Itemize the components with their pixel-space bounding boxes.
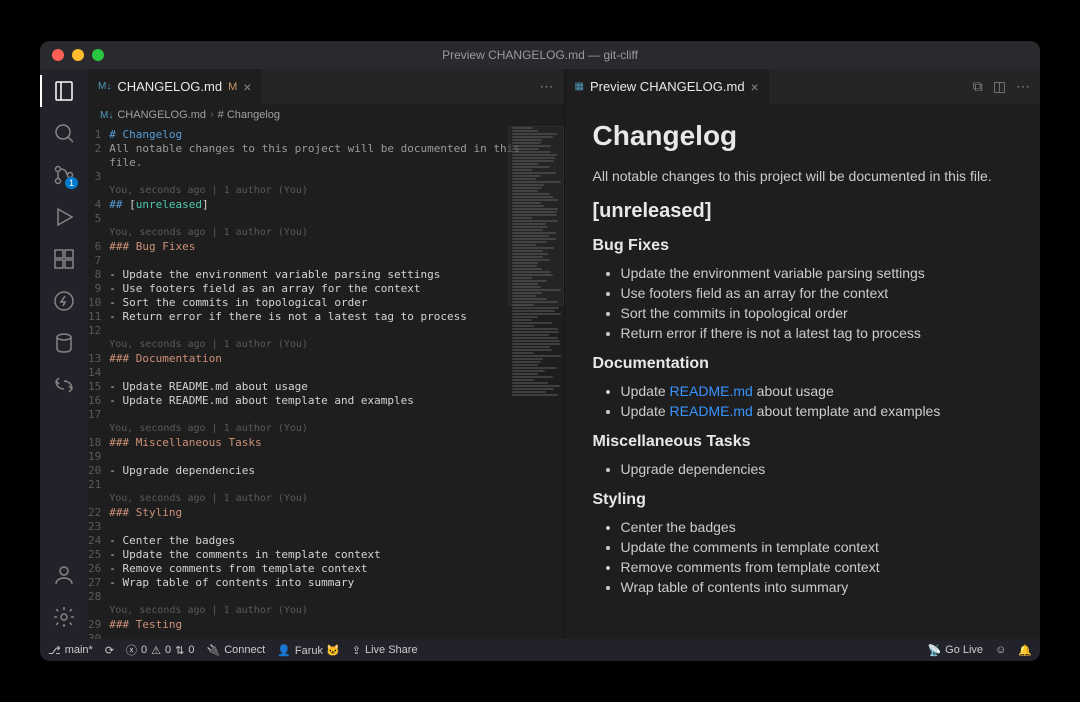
left-tab-actions: ⋯	[540, 78, 564, 95]
right-tab-actions: ⧉ ◫ ⋯	[973, 78, 1040, 95]
line-gutter: 1234567891011121314151617181920212223242…	[88, 126, 109, 639]
preview-icon: ▦	[575, 81, 584, 92]
remote-icon[interactable]	[52, 373, 76, 397]
tab-preview[interactable]: ▦ Preview CHANGELOG.md ×	[565, 69, 769, 104]
branch-item[interactable]: ⎇ main*	[48, 644, 93, 657]
open-file-icon[interactable]: ⧉	[973, 78, 983, 95]
markdown-preview[interactable]: ChangelogAll notable changes to this pro…	[565, 104, 1041, 639]
minimize-window-button[interactable]	[72, 49, 84, 61]
error-icon: ⓧ	[126, 642, 137, 658]
more-actions-icon[interactable]: ⋯	[1016, 78, 1030, 95]
app-window: Preview CHANGELOG.md — git-cliff 1	[40, 41, 1040, 661]
close-tab-icon[interactable]: ×	[751, 79, 759, 95]
ports-icon: ⇅	[175, 644, 184, 657]
plug-icon: 🔌	[207, 644, 221, 657]
liveshare-icon: ⇪	[352, 644, 361, 657]
bell-icon[interactable]: 🔔	[1018, 644, 1032, 657]
liveshare-item[interactable]: ⇪ Live Share	[352, 644, 418, 657]
source-control-icon[interactable]: 1	[52, 163, 76, 187]
right-preview-pane: ▦ Preview CHANGELOG.md × ⧉ ◫ ⋯ Changelog…	[565, 69, 1041, 639]
editor-area: M↓ CHANGELOG.md M × ⋯ M↓ CHANGELOG.md › …	[88, 69, 1040, 639]
minimap[interactable]	[508, 126, 564, 639]
maximize-window-button[interactable]	[92, 49, 104, 61]
close-window-button[interactable]	[52, 49, 64, 61]
activity-bar: 1	[40, 69, 88, 639]
problems-item[interactable]: ⓧ0 ⚠0 ⇅0	[126, 642, 194, 658]
feedback-icon[interactable]: ☺	[995, 644, 1006, 657]
window-title: Preview CHANGELOG.md — git-cliff	[442, 48, 638, 62]
tab-changelog[interactable]: M↓ CHANGELOG.md M ×	[88, 69, 261, 104]
close-tab-icon[interactable]: ×	[243, 79, 251, 95]
breadcrumb-section: # Changelog	[218, 109, 280, 121]
broadcast-icon: 📡	[927, 644, 941, 657]
explorer-icon[interactable]	[52, 79, 76, 103]
sync-icon: ⟳	[105, 644, 114, 657]
left-editor-pane: M↓ CHANGELOG.md M × ⋯ M↓ CHANGELOG.md › …	[88, 69, 565, 639]
tab-filename: Preview CHANGELOG.md	[590, 79, 745, 94]
person-icon: 👤	[277, 644, 291, 657]
sync-item[interactable]: ⟳	[105, 644, 114, 657]
user-item[interactable]: 👤 Faruk 🐱	[277, 644, 340, 657]
breadcrumb[interactable]: M↓ CHANGELOG.md › # Changelog	[88, 104, 564, 126]
chevron-right-icon: ›	[210, 109, 214, 121]
right-tabs: ▦ Preview CHANGELOG.md × ⧉ ◫ ⋯	[565, 69, 1041, 104]
main-area: 1	[40, 69, 1040, 639]
search-icon[interactable]	[52, 121, 76, 145]
scm-badge: 1	[65, 177, 78, 189]
markdown-file-icon: M↓	[100, 110, 113, 121]
golive-item[interactable]: 📡 Go Live	[927, 644, 983, 657]
warning-icon: ⚠	[151, 644, 161, 657]
thunder-icon[interactable]	[52, 289, 76, 313]
settings-icon[interactable]	[52, 605, 76, 629]
modified-indicator: M	[228, 81, 237, 93]
code-content[interactable]: # ChangelogAll notable changes to this p…	[109, 126, 563, 639]
extensions-icon[interactable]	[52, 247, 76, 271]
branch-icon: ⎇	[48, 644, 61, 657]
split-editor-icon[interactable]: ◫	[993, 78, 1006, 95]
code-editor[interactable]: 1234567891011121314151617181920212223242…	[88, 126, 564, 639]
breadcrumb-file: CHANGELOG.md	[117, 109, 206, 121]
left-tabs: M↓ CHANGELOG.md M × ⋯	[88, 69, 564, 104]
window-controls	[52, 49, 104, 61]
status-bar: ⎇ main* ⟳ ⓧ0 ⚠0 ⇅0 🔌 Connect 👤 Faruk 🐱 ⇪…	[40, 639, 1040, 661]
account-icon[interactable]	[52, 563, 76, 587]
connect-item[interactable]: 🔌 Connect	[207, 644, 266, 657]
run-debug-icon[interactable]	[52, 205, 76, 229]
tab-filename: CHANGELOG.md	[117, 79, 222, 94]
more-actions-icon[interactable]: ⋯	[540, 78, 554, 95]
minimap-viewport[interactable]	[508, 126, 564, 306]
titlebar: Preview CHANGELOG.md — git-cliff	[40, 41, 1040, 69]
database-icon[interactable]	[52, 331, 76, 355]
markdown-file-icon: M↓	[98, 81, 111, 92]
